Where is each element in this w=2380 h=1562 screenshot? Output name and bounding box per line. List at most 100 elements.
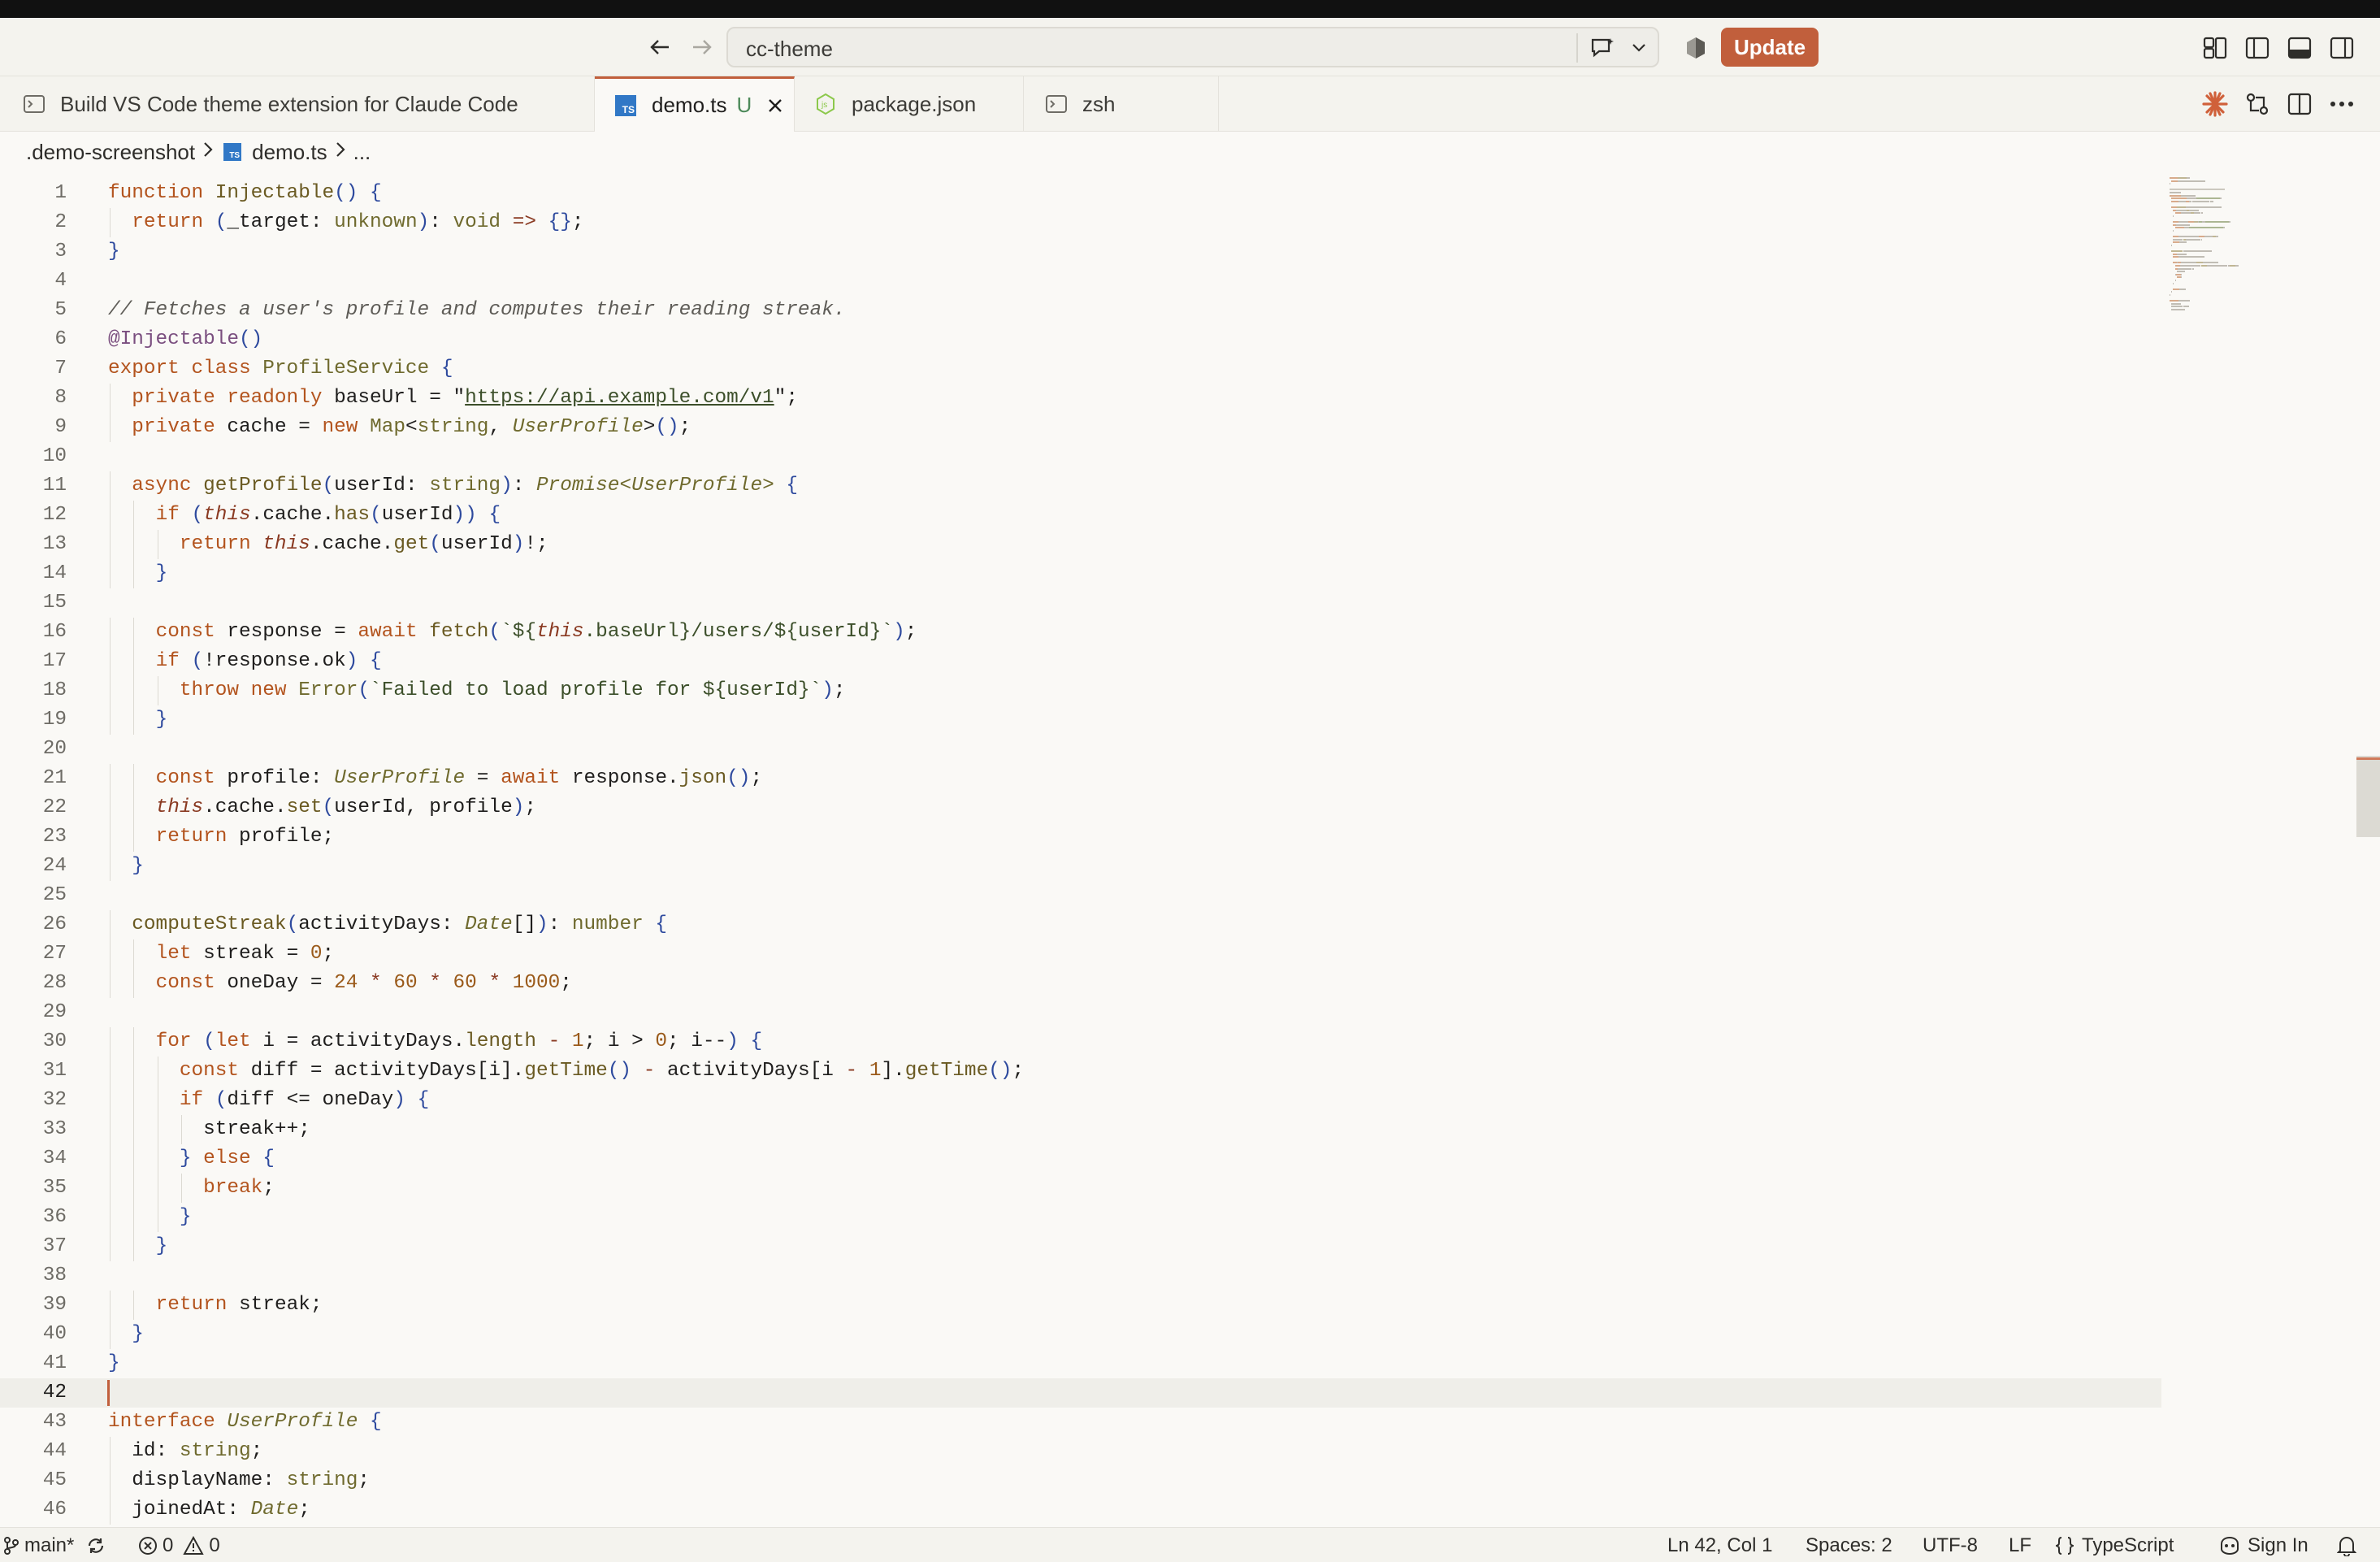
code-text: } (179, 1206, 192, 1228)
code-line[interactable]: 29 (0, 998, 2161, 1027)
code-line[interactable]: 34 } else { (0, 1144, 2161, 1174)
language-mode-status[interactable]: TypeScript (2056, 1528, 2174, 1562)
code-line[interactable]: 32 if (diff <= oneDay) { (0, 1086, 2161, 1115)
update-button[interactable]: Update (1721, 28, 1819, 67)
git-branch-status[interactable]: main* (3, 1528, 74, 1562)
minimap-line (2174, 212, 2182, 215)
minimap-line (2175, 273, 2182, 276)
tab-demo-ts[interactable]: TS demo.ts U (595, 76, 795, 132)
code-line[interactable]: 43 interface UserProfile { (0, 1408, 2161, 1437)
chat-dropdown-button[interactable] (1625, 32, 1653, 64)
code-line[interactable]: 6 @Injectable() (0, 325, 2161, 354)
problems-status[interactable]: 0 0 (138, 1528, 220, 1562)
sync-icon (88, 1538, 104, 1553)
code-line[interactable]: 17 if (!response.ok) { (0, 647, 2161, 676)
code-line[interactable]: 11 async getProfile(userId: string): Pro… (0, 471, 2161, 501)
code-line[interactable]: 46 joinedAt: Date; (0, 1495, 2161, 1525)
code-line[interactable]: 15 (0, 588, 2161, 618)
tab-claude-session[interactable]: Build VS Code theme extension for Claude… (0, 76, 595, 132)
encoding-status[interactable]: UTF-8 (1923, 1528, 1978, 1562)
code-line[interactable]: 45 displayName: string; (0, 1466, 2161, 1495)
minimap-line (2200, 265, 2208, 267)
line-number: 29 (42, 1001, 67, 1023)
toggle-secondary-sidebar-button[interactable] (2324, 31, 2360, 65)
forward-button[interactable] (684, 29, 720, 65)
back-button[interactable] (642, 29, 678, 65)
tab-zsh[interactable]: zsh (1024, 76, 1219, 132)
code-line[interactable]: 42 (0, 1378, 2161, 1408)
tab-package-json[interactable]: js package.json (795, 76, 1024, 132)
code-line[interactable]: 10 (0, 442, 2161, 471)
minimap-line (2174, 302, 2181, 305)
eol-status[interactable]: LF (2009, 1528, 2031, 1562)
code-line[interactable]: 21 const profile: UserProfile = await re… (0, 764, 2161, 793)
breadcrumb-folder[interactable]: .demo-screenshot (26, 140, 195, 165)
more-actions-button[interactable] (2324, 86, 2360, 122)
code-line[interactable]: 44 id: string; (0, 1437, 2161, 1466)
breadcrumb-symbols[interactable]: ... (353, 140, 371, 165)
code-line[interactable]: 7 export class ProfileService { (0, 354, 2161, 384)
ellipsis-icon (2330, 102, 2353, 106)
code-line[interactable]: 14 } (0, 559, 2161, 588)
code-text: } (132, 855, 144, 877)
minimap-line (2174, 280, 2176, 281)
code-line[interactable]: 9 private cache = new Map<string, UserPr… (0, 413, 2161, 442)
code-line[interactable]: 12 if (this.cache.has(userId)) { (0, 501, 2161, 530)
claude-code-button[interactable] (2197, 86, 2233, 122)
minimap-line (2180, 209, 2187, 211)
code-line[interactable]: 39 return streak; (0, 1291, 2161, 1320)
sync-button[interactable] (86, 1528, 106, 1562)
code-line[interactable]: 3} (0, 237, 2161, 267)
code-line[interactable]: 13 return this.cache.get(userId)!; (0, 530, 2161, 559)
code-text: displayName: string; (132, 1469, 371, 1491)
indentation-status[interactable]: Spaces: 2 (1806, 1528, 1892, 1562)
code-line[interactable]: 41} (0, 1349, 2161, 1378)
code-line[interactable]: 26 computeStreak(activityDays: Date[]): … (0, 910, 2161, 939)
cursor-position-status[interactable]: Ln 42, Col 1 (1667, 1528, 1772, 1562)
code-line[interactable]: 18 throw new Error(`Failed to load profi… (0, 676, 2161, 705)
close-tab-button[interactable] (763, 93, 787, 118)
code-line[interactable]: 4 (0, 267, 2161, 296)
code-line[interactable]: 33 streak++; (0, 1115, 2161, 1144)
split-editor-button[interactable] (2282, 86, 2317, 122)
code-line[interactable]: 19 } (0, 705, 2161, 735)
minimap-line (2220, 206, 2222, 208)
customize-layout-button[interactable] (2197, 31, 2233, 65)
copilot-button[interactable] (1679, 31, 1713, 65)
code-line[interactable]: 37 } (0, 1232, 2161, 1261)
code-text: } (155, 709, 168, 731)
code-line[interactable]: 40 } (0, 1320, 2161, 1349)
toggle-panel-button[interactable] (2282, 31, 2317, 65)
minimap[interactable] (2161, 172, 2356, 1527)
vertical-scrollbar[interactable] (2356, 756, 2380, 837)
code-line[interactable]: 30 for (let i = activityDays.length - 1;… (0, 1027, 2161, 1057)
code-line[interactable]: 38 (0, 1261, 2161, 1291)
code-line[interactable]: 36 } (0, 1203, 2161, 1232)
code-line[interactable]: 27 let streak = 0; (0, 939, 2161, 969)
command-center-search[interactable]: cc-theme (726, 27, 1659, 67)
code-line[interactable]: 20 (0, 735, 2161, 764)
code-line[interactable]: 16 const response = await fetch(`${this.… (0, 618, 2161, 647)
code-line[interactable]: 8 private readonly baseUrl = "https://ap… (0, 384, 2161, 413)
code-line[interactable]: 31 const diff = activityDays[i].getTime(… (0, 1057, 2161, 1086)
code-line[interactable]: 28 const oneDay = 24 * 60 * 60 * 1000; (0, 969, 2161, 998)
code-editor[interactable]: 1 function Injectable() {2 return (_targe… (0, 172, 2161, 1527)
open-changes-button[interactable] (2239, 86, 2275, 122)
notifications-button[interactable] (2337, 1528, 2356, 1562)
minimap-line (2178, 300, 2190, 302)
code-line[interactable]: 2 return (_target: unknown): void => {}; (0, 208, 2161, 237)
toggle-primary-sidebar-button[interactable] (2239, 31, 2275, 65)
breadcrumb-file[interactable]: demo.ts (252, 140, 327, 165)
minimap-line (2173, 236, 2178, 237)
chat-button[interactable] (1584, 32, 1620, 64)
code-line[interactable]: 23 return profile; (0, 822, 2161, 852)
code-text: computeStreak(activityDays: Date[]): num… (132, 913, 667, 935)
sign-in-button[interactable]: Sign In (2218, 1528, 2308, 1562)
line-number: 1 (54, 182, 67, 204)
code-line[interactable]: 24 } (0, 852, 2161, 881)
code-line[interactable]: 1 function Injectable() { (0, 179, 2161, 208)
code-line[interactable]: 25 (0, 881, 2161, 910)
code-line[interactable]: 35 break; (0, 1174, 2161, 1203)
code-line[interactable]: 5 // Fetches a user's profile and compute… (0, 296, 2161, 325)
code-line[interactable]: 22 this.cache.set(userId, profile); (0, 793, 2161, 822)
